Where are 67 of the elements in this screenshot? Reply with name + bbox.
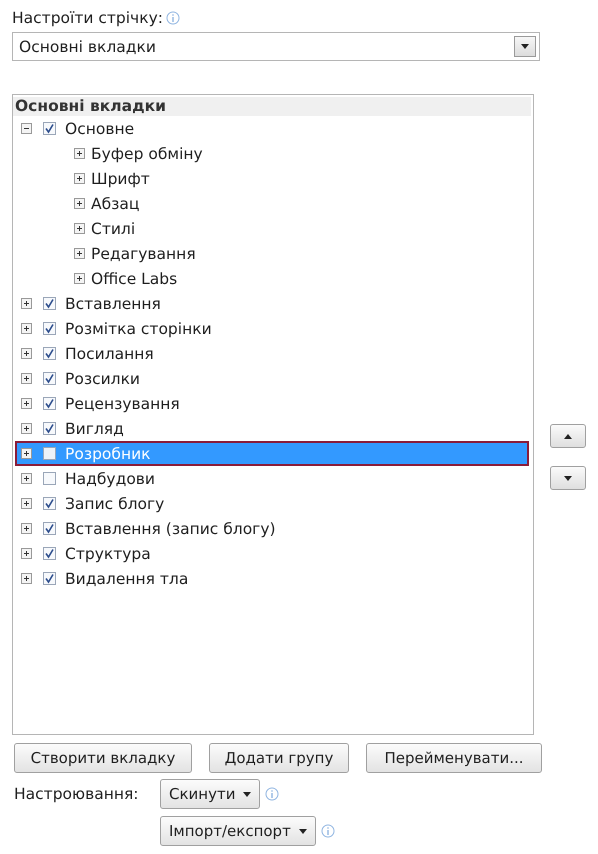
collapse-icon[interactable]	[21, 123, 32, 134]
tree-item[interactable]: Рецензування	[65, 394, 180, 412]
expand-icon[interactable]	[21, 548, 32, 559]
expand-icon[interactable]	[21, 523, 32, 534]
tree-action-button[interactable]: Створити вкладку	[14, 743, 192, 773]
tree-item[interactable]: Вставлення	[65, 294, 161, 312]
tree-action-button[interactable]: Перейменувати...	[366, 743, 542, 773]
caret-icon	[521, 44, 529, 49]
customizations-label: Настроювання:	[13, 785, 140, 803]
tree-item[interactable]: Посилання	[65, 344, 154, 362]
dropdown-menu-button[interactable]: Імпорт/експорт	[160, 816, 316, 846]
expand-icon[interactable]	[74, 173, 85, 184]
tree-group[interactable]: Шрифт	[91, 170, 150, 188]
ribbon-dropdown[interactable]: Основні вкладки	[12, 32, 540, 61]
tree-group[interactable]: Редагування	[91, 244, 196, 262]
tree-group[interactable]: Office Labs	[91, 270, 178, 288]
expand-icon[interactable]	[21, 498, 32, 509]
tree-item[interactable]: Основне	[65, 120, 134, 138]
tree-item[interactable]: Розсилки	[65, 370, 140, 388]
expand-icon[interactable]	[21, 348, 32, 359]
checked-checkbox[interactable]	[43, 497, 56, 510]
down-arrow-icon	[564, 476, 572, 480]
checked-checkbox[interactable]	[43, 347, 56, 360]
caret-icon	[243, 792, 252, 796]
checked-checkbox[interactable]	[43, 522, 56, 535]
expand-icon[interactable]	[21, 473, 32, 484]
expand-icon[interactable]	[21, 448, 32, 459]
checkbox[interactable]	[43, 447, 56, 460]
expand-icon[interactable]	[21, 573, 32, 584]
tree-group[interactable]: Буфер обміну	[91, 144, 203, 162]
checked-checkbox[interactable]	[43, 322, 56, 335]
expand-icon[interactable]	[21, 373, 32, 384]
expand-icon[interactable]	[74, 198, 85, 209]
move-up-button[interactable]	[550, 424, 586, 448]
expand-icon[interactable]	[21, 298, 32, 309]
tree-item[interactable]: Видалення тла	[65, 570, 188, 588]
checked-checkbox[interactable]	[43, 122, 56, 135]
checked-checkbox[interactable]	[43, 372, 56, 385]
checked-checkbox[interactable]	[43, 297, 56, 310]
checkbox[interactable]	[43, 472, 56, 485]
checked-checkbox[interactable]	[43, 547, 56, 560]
expand-icon[interactable]	[74, 248, 85, 259]
checked-checkbox[interactable]	[43, 572, 56, 585]
caret-icon	[298, 828, 307, 834]
ribbon-label: Настроїти стрічку:	[12, 9, 163, 27]
tree-item[interactable]: Надбудови	[65, 470, 156, 488]
expand-icon[interactable]	[21, 323, 32, 334]
expand-icon[interactable]	[74, 223, 85, 234]
tree-group[interactable]: Абзац	[91, 194, 140, 212]
dropdown-button[interactable]	[514, 36, 536, 57]
tree-header: Основні вкладки	[13, 97, 531, 116]
tree-item[interactable]: Запис блогу	[65, 494, 164, 512]
tree-item[interactable]: Вставлення (запис блогу)	[65, 520, 276, 538]
move-down-button[interactable]	[550, 466, 586, 490]
tree-action-button[interactable]: Додати групу	[209, 743, 349, 773]
checked-checkbox[interactable]	[43, 397, 56, 410]
tree-item[interactable]: Розмітка сторінки	[65, 320, 212, 338]
tree-item[interactable]: Вигляд	[65, 420, 124, 438]
tree-item[interactable]: Структура	[65, 544, 151, 562]
tree-group[interactable]: Стилі	[91, 220, 136, 238]
expand-icon[interactable]	[21, 423, 32, 434]
expand-icon[interactable]	[74, 273, 85, 284]
expand-icon[interactable]	[21, 398, 32, 409]
up-arrow-icon	[564, 434, 572, 438]
checked-checkbox[interactable]	[43, 422, 56, 435]
dropdown-menu-button[interactable]: Скинути	[160, 779, 260, 809]
expand-icon[interactable]	[74, 148, 85, 159]
